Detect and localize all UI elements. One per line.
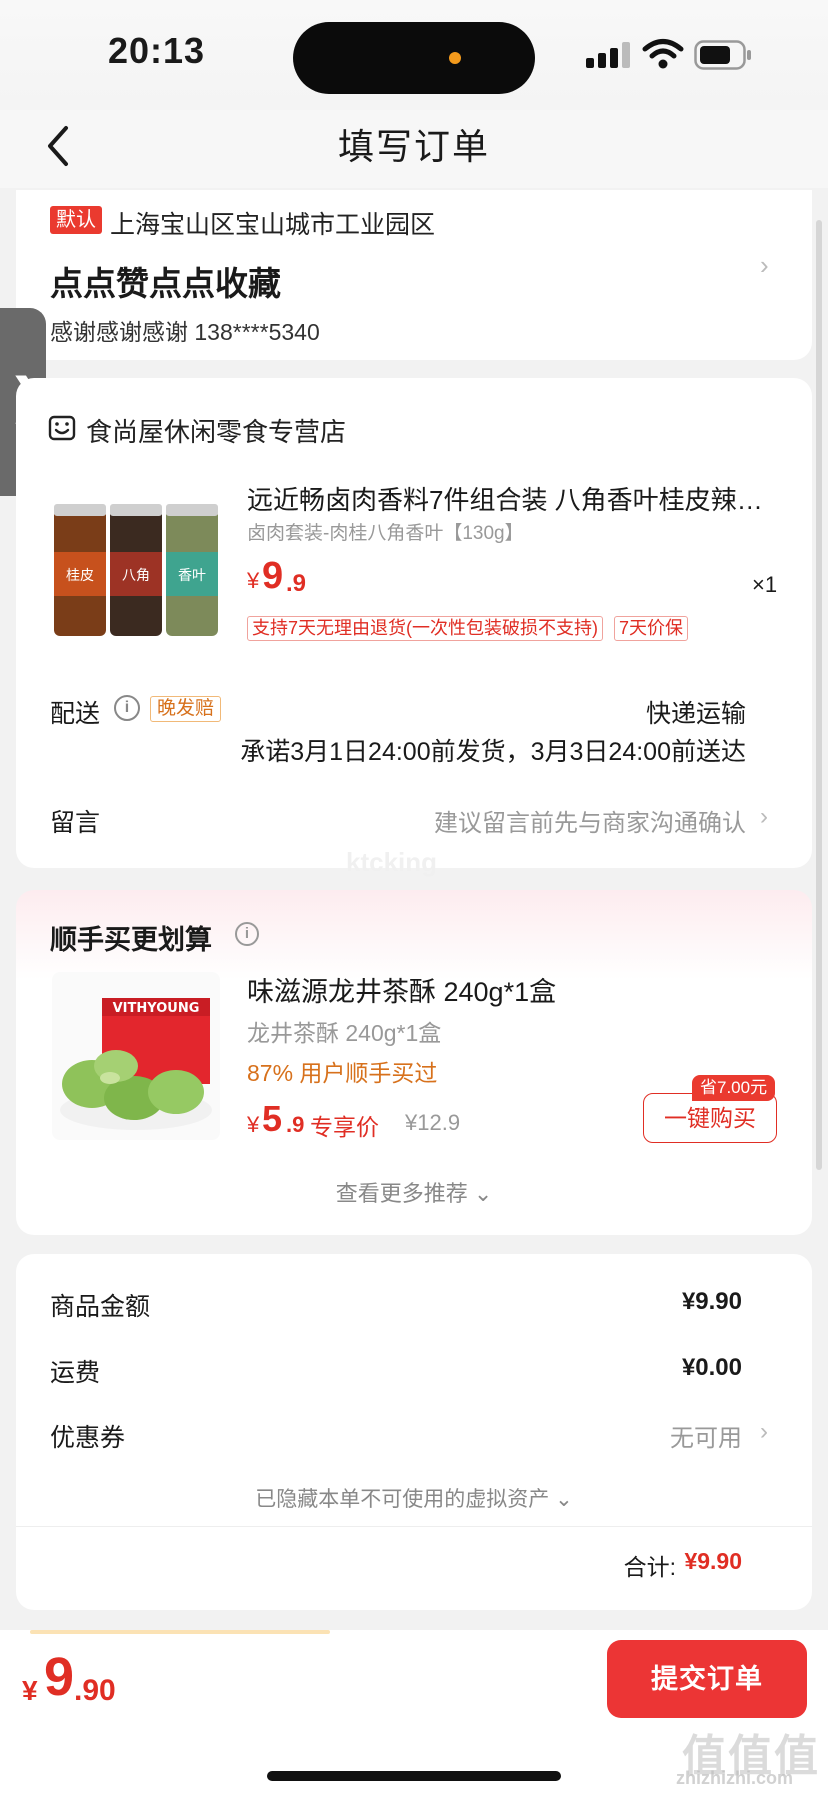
page-title: 填写订单 xyxy=(337,126,490,167)
price-symbol: ¥ xyxy=(247,1112,260,1137)
recommendation-spec: 龙井茶酥 240g*1盒 xyxy=(247,1020,442,1046)
price-protect-tag: 7天价保 xyxy=(614,616,689,641)
price-decimal: .9 xyxy=(286,570,307,597)
default-address-tag: 默认 xyxy=(50,206,102,234)
recipient-name: 点点赞点点收藏 xyxy=(50,265,281,302)
svg-text:VITHYOUNG: VITHYOUNG xyxy=(113,1001,200,1016)
divider xyxy=(16,1526,812,1527)
decorative-strip xyxy=(30,1630,330,1634)
shipping-method: 快递运输 xyxy=(645,700,746,728)
svg-text:桂皮: 桂皮 xyxy=(66,568,94,584)
recipient-contact: 感谢感谢感谢 138****5340 xyxy=(50,319,320,345)
bottom-price-symbol: ¥ xyxy=(22,1675,38,1706)
coupon-label: 优惠券 xyxy=(50,1424,126,1452)
privacy-indicator-dot xyxy=(449,52,461,64)
submit-order-button[interactable]: 提交订单 xyxy=(607,1640,807,1718)
wifi-icon xyxy=(642,39,684,69)
watermark-url: zhizhizhi.com xyxy=(676,1768,793,1788)
late-compensation-tag: 晚发赔 xyxy=(150,696,222,722)
bottom-price-integer: 9 xyxy=(44,1647,75,1707)
price-decimal: .9 xyxy=(286,1112,305,1137)
freight-value: ¥0.00 xyxy=(681,1354,742,1381)
shipping-label: 配送 xyxy=(50,700,101,728)
message-label: 留言 xyxy=(50,809,101,837)
address-line: 上海宝山区宝山城市工业园区 xyxy=(110,211,436,239)
store-icon xyxy=(48,415,76,441)
recommendation-image[interactable]: VITHYOUNG xyxy=(52,972,220,1140)
chevron-right-icon: › xyxy=(760,1418,768,1445)
exclusive-price-label: 专享价 xyxy=(310,1114,379,1140)
store-name[interactable]: 食尚屋休闲零食专营店 xyxy=(86,412,346,449)
product-image[interactable]: 桂皮 八角 香叶 xyxy=(52,500,220,640)
more-recommendations-link[interactable]: 查看更多推荐 ⌄ xyxy=(0,1176,828,1208)
recommendation-buyers: 87% 用户顺手买过 xyxy=(247,1060,438,1086)
price-integer: 9 xyxy=(262,555,284,597)
status-time: 20:13 xyxy=(108,30,206,71)
goods-amount-label: 商品金额 xyxy=(50,1293,151,1321)
info-icon[interactable]: i xyxy=(235,922,259,946)
bottom-price-decimal: .90 xyxy=(74,1674,116,1707)
recommendation-title: 顺手买更划算 xyxy=(50,925,212,955)
chevron-right-icon: › xyxy=(760,250,769,280)
message-input[interactable]: 建议留言前先与商家沟通确认 xyxy=(434,803,746,838)
scrollbar[interactable] xyxy=(816,220,822,1170)
price-integer: 5 xyxy=(262,1098,283,1139)
cellular-signal-icon xyxy=(586,42,630,68)
svg-text:八角: 八角 xyxy=(122,568,150,584)
watermark-text: ktcking xyxy=(346,847,438,877)
savings-badge: 省7.00元 xyxy=(692,1075,776,1101)
battery-icon xyxy=(694,40,751,70)
svg-text:香叶: 香叶 xyxy=(178,568,206,584)
original-price: ¥12.9 xyxy=(405,1110,461,1135)
info-icon[interactable]: i xyxy=(114,695,140,721)
recommendation-name[interactable]: 味滋源龙井茶酥 240g*1盒 xyxy=(247,970,556,1009)
coupon-selector[interactable]: 无可用 xyxy=(670,1418,742,1453)
home-indicator[interactable] xyxy=(267,1771,561,1781)
return-policy-tag: 支持7天无理由退货(一次性包装破损不支持) xyxy=(247,616,603,641)
quantity: ×1 xyxy=(752,572,778,597)
shipping-promise: 承诺3月1日24:00前发货，3月3日24:00前送达 xyxy=(240,738,746,766)
hidden-assets-toggle[interactable]: 已隐藏本单不可使用的虚拟资产 ⌄ xyxy=(0,1483,828,1513)
total-label: 合计: xyxy=(623,1554,676,1580)
product-title[interactable]: 远近畅卤肉香料7件组合装 八角香叶桂皮辣椒花椒小茴香 xyxy=(247,480,767,517)
price-symbol: ¥ xyxy=(247,568,260,593)
goods-amount-value: ¥9.90 xyxy=(681,1288,742,1315)
total-value: ¥9.90 xyxy=(684,1548,742,1574)
dynamic-island xyxy=(293,22,535,94)
product-spec: 卤肉套装-肉桂八角香叶【130g】 xyxy=(247,523,524,544)
chevron-right-icon: › xyxy=(760,803,768,830)
freight-label: 运费 xyxy=(50,1359,101,1387)
